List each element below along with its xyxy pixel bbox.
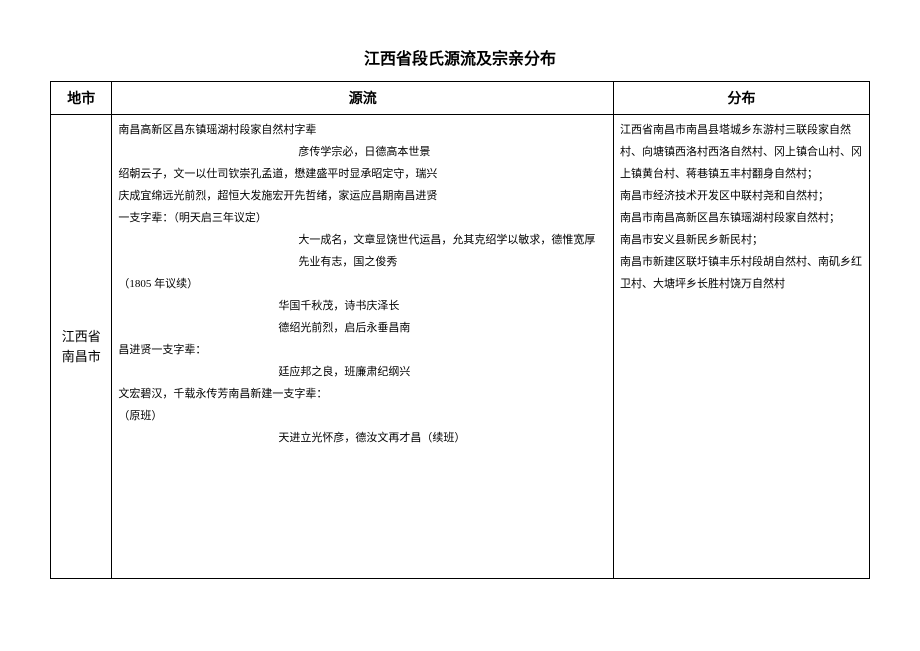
origin-line: 廷应邦之良，班廉肃纪纲兴 [118,361,607,383]
origin-line: 德绍光前烈，启后永垂昌南 [118,317,607,339]
genealogy-table: 地市 源流 分布 江西省南昌市 南昌高新区昌东镇瑶湖村段家自然村字辈 彦传学宗必… [50,81,870,579]
header-origin: 源流 [112,82,614,115]
origin-line: 绍朝云子，文一以仕司钦崇孔孟道，懋建盛平时显承昭定守，瑞兴 [118,168,437,180]
origin-line: 庆成宜绵远光前烈，超恒大发施宏开先哲绪，家运应昌期南昌进贤 [118,190,437,202]
origin-line: 大一成名，文章显饶世代运昌，允其克绍学以敏求，德惟宽厚 [118,229,607,251]
origin-line: 华国千秋茂，诗书庆泽长 [118,295,607,317]
origin-line: 彦传学宗必，日德高本世景 [118,141,607,163]
origin-line: 一支字辈：（明天启三年议定） [118,212,267,224]
cell-city: 江西省南昌市 [51,115,112,579]
origin-line: 文宏碧汉，千载永传芳南昌新建一支字辈： [118,388,327,400]
table-row: 江西省南昌市 南昌高新区昌东镇瑶湖村段家自然村字辈 彦传学宗必，日德高本世景 绍… [51,115,870,579]
origin-line: 天进立光怀彦，德汝文再才昌（续班） [118,427,607,449]
dist-line: 南昌市南昌高新区昌东镇瑶湖村段家自然村； [620,212,840,224]
origin-line: （1805 年议续） [118,278,198,290]
header-distribution: 分布 [614,82,870,115]
origin-line: 昌进贤一支字辈： [118,344,206,356]
page-title: 江西省段氏源流及宗亲分布 [0,45,920,69]
origin-line: （原班） [118,410,162,422]
cell-distribution: 江西省南昌市南昌县塔城乡东游村三联段家自然村、向塘镇西洛村西洛自然村、冈上镇合山… [614,115,870,579]
origin-line: 南昌高新区昌东镇瑶湖村段家自然村字辈 [118,124,316,136]
dist-line: 南昌市经济技术开发区中联村尧和自然村； [620,190,829,202]
origin-line: 先业有志，国之俊秀 [118,251,607,273]
dist-line: 南昌市新建区联圩镇丰乐村段胡自然村、南矶乡红卫村、大塘坪乡长胜村饶万自然村 [620,256,862,290]
cell-origin: 南昌高新区昌东镇瑶湖村段家自然村字辈 彦传学宗必，日德高本世景 绍朝云子，文一以… [112,115,614,579]
dist-line: 南昌市安义县新民乡新民村； [620,234,763,246]
header-city: 地市 [51,82,112,115]
table-header-row: 地市 源流 分布 [51,82,870,115]
dist-line: 江西省南昌市南昌县塔城乡东游村三联段家自然村、向塘镇西洛村西洛自然村、冈上镇合山… [620,124,862,180]
